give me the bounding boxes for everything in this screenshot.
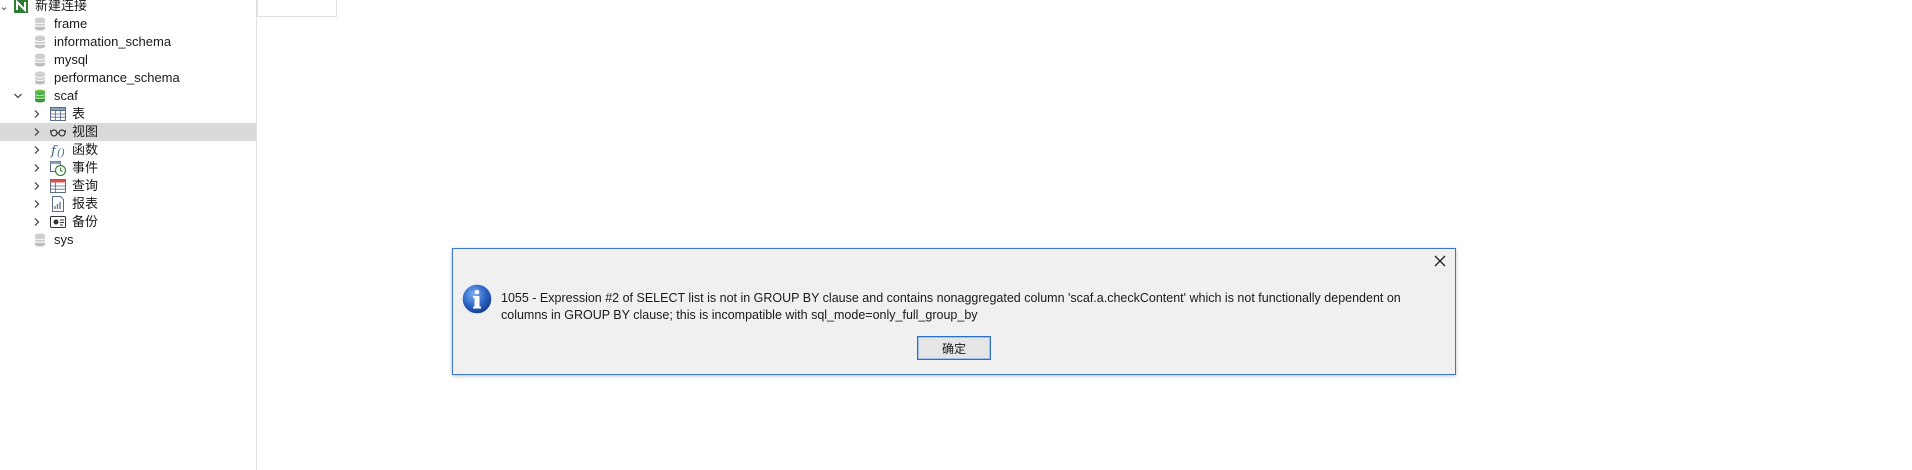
table-icon <box>50 107 66 121</box>
query-icon <box>50 179 66 193</box>
tree-item-label: performance_schema <box>54 70 180 85</box>
database-icon <box>34 17 46 31</box>
chevron-down-icon[interactable]: ⌄ <box>0 0 10 13</box>
chevron-right-icon[interactable] <box>31 216 43 228</box>
chevron-right-icon[interactable] <box>31 126 43 138</box>
tree-item-database[interactable]: sys <box>0 231 256 249</box>
view-glasses-icon <box>50 129 66 137</box>
chevron-right-icon[interactable] <box>31 162 43 174</box>
tree-item-label: 视图 <box>72 124 99 139</box>
tree-item-label: 报表 <box>72 196 99 211</box>
tree-item-label: sys <box>54 232 74 247</box>
chevron-right-icon[interactable] <box>31 180 43 192</box>
info-icon <box>461 283 493 315</box>
tree-item-label: scaf <box>54 88 78 103</box>
chevron-right-icon[interactable] <box>31 144 43 156</box>
tree-item-queries[interactable]: 查询 <box>0 177 256 195</box>
connection-tree: ⌄ 新建连接 frame information_schema mysql pe… <box>0 0 257 470</box>
connection-icon <box>14 0 28 13</box>
database-active-icon <box>34 89 46 103</box>
tab-placeholder[interactable] <box>257 0 337 17</box>
error-message-line: columns in GROUP BY clause; this is inco… <box>501 308 978 322</box>
main-content-area <box>257 0 1912 470</box>
tree-item-label: 新建连接 <box>35 0 88 13</box>
close-button[interactable] <box>1431 252 1449 270</box>
database-icon <box>34 35 46 49</box>
error-message: 1055 - Expression #2 of SELECT list is n… <box>501 290 1446 324</box>
tree-item-connection[interactable]: ⌄ 新建连接 <box>0 0 256 15</box>
function-icon: f () <box>50 144 65 158</box>
tree-item-label: 查询 <box>72 178 99 193</box>
chevron-right-icon[interactable] <box>31 108 43 120</box>
tree-item-label: frame <box>54 16 88 31</box>
tree-item-functions[interactable]: f () 函数 <box>0 141 256 159</box>
ok-button[interactable]: 确定 <box>917 336 991 360</box>
backup-icon <box>50 216 66 228</box>
tree-item-label: mysql <box>54 52 88 67</box>
close-icon[interactable] <box>1434 255 1446 267</box>
app-window: ⌄ 新建连接 frame information_schema mysql pe… <box>0 0 1912 470</box>
tree-item-database[interactable]: performance_schema <box>0 69 256 87</box>
tree-item-database-scaf[interactable]: scaf <box>0 87 256 105</box>
tree-item-database[interactable]: frame <box>0 15 256 33</box>
tree-item-label: 函数 <box>72 142 99 157</box>
tree-item-label: 表 <box>72 106 86 121</box>
database-icon <box>34 233 46 247</box>
database-icon <box>34 53 46 67</box>
chevron-down-icon[interactable] <box>12 90 24 102</box>
tree-item-events[interactable]: 事件 <box>0 159 256 177</box>
report-icon <box>52 196 64 212</box>
tree-item-tables[interactable]: 表 <box>0 105 256 123</box>
tree-item-database[interactable]: mysql <box>0 51 256 69</box>
database-icon <box>34 71 46 85</box>
tree-item-database[interactable]: information_schema <box>0 33 256 51</box>
tree-item-views[interactable]: 视图 <box>0 123 256 141</box>
svg-text:(): () <box>57 148 65 158</box>
error-message-line: 1055 - Expression #2 of SELECT list is n… <box>501 291 1401 305</box>
tree-item-label: information_schema <box>54 34 172 49</box>
event-clock-icon <box>50 161 66 176</box>
tree-item-label: 备份 <box>72 214 99 229</box>
tree-item-label: 事件 <box>72 160 99 175</box>
error-dialog: 1055 - Expression #2 of SELECT list is n… <box>452 248 1456 375</box>
chevron-right-icon[interactable] <box>31 198 43 210</box>
tree-item-backups[interactable]: 备份 <box>0 213 256 231</box>
tree-item-reports[interactable]: 报表 <box>0 195 256 213</box>
